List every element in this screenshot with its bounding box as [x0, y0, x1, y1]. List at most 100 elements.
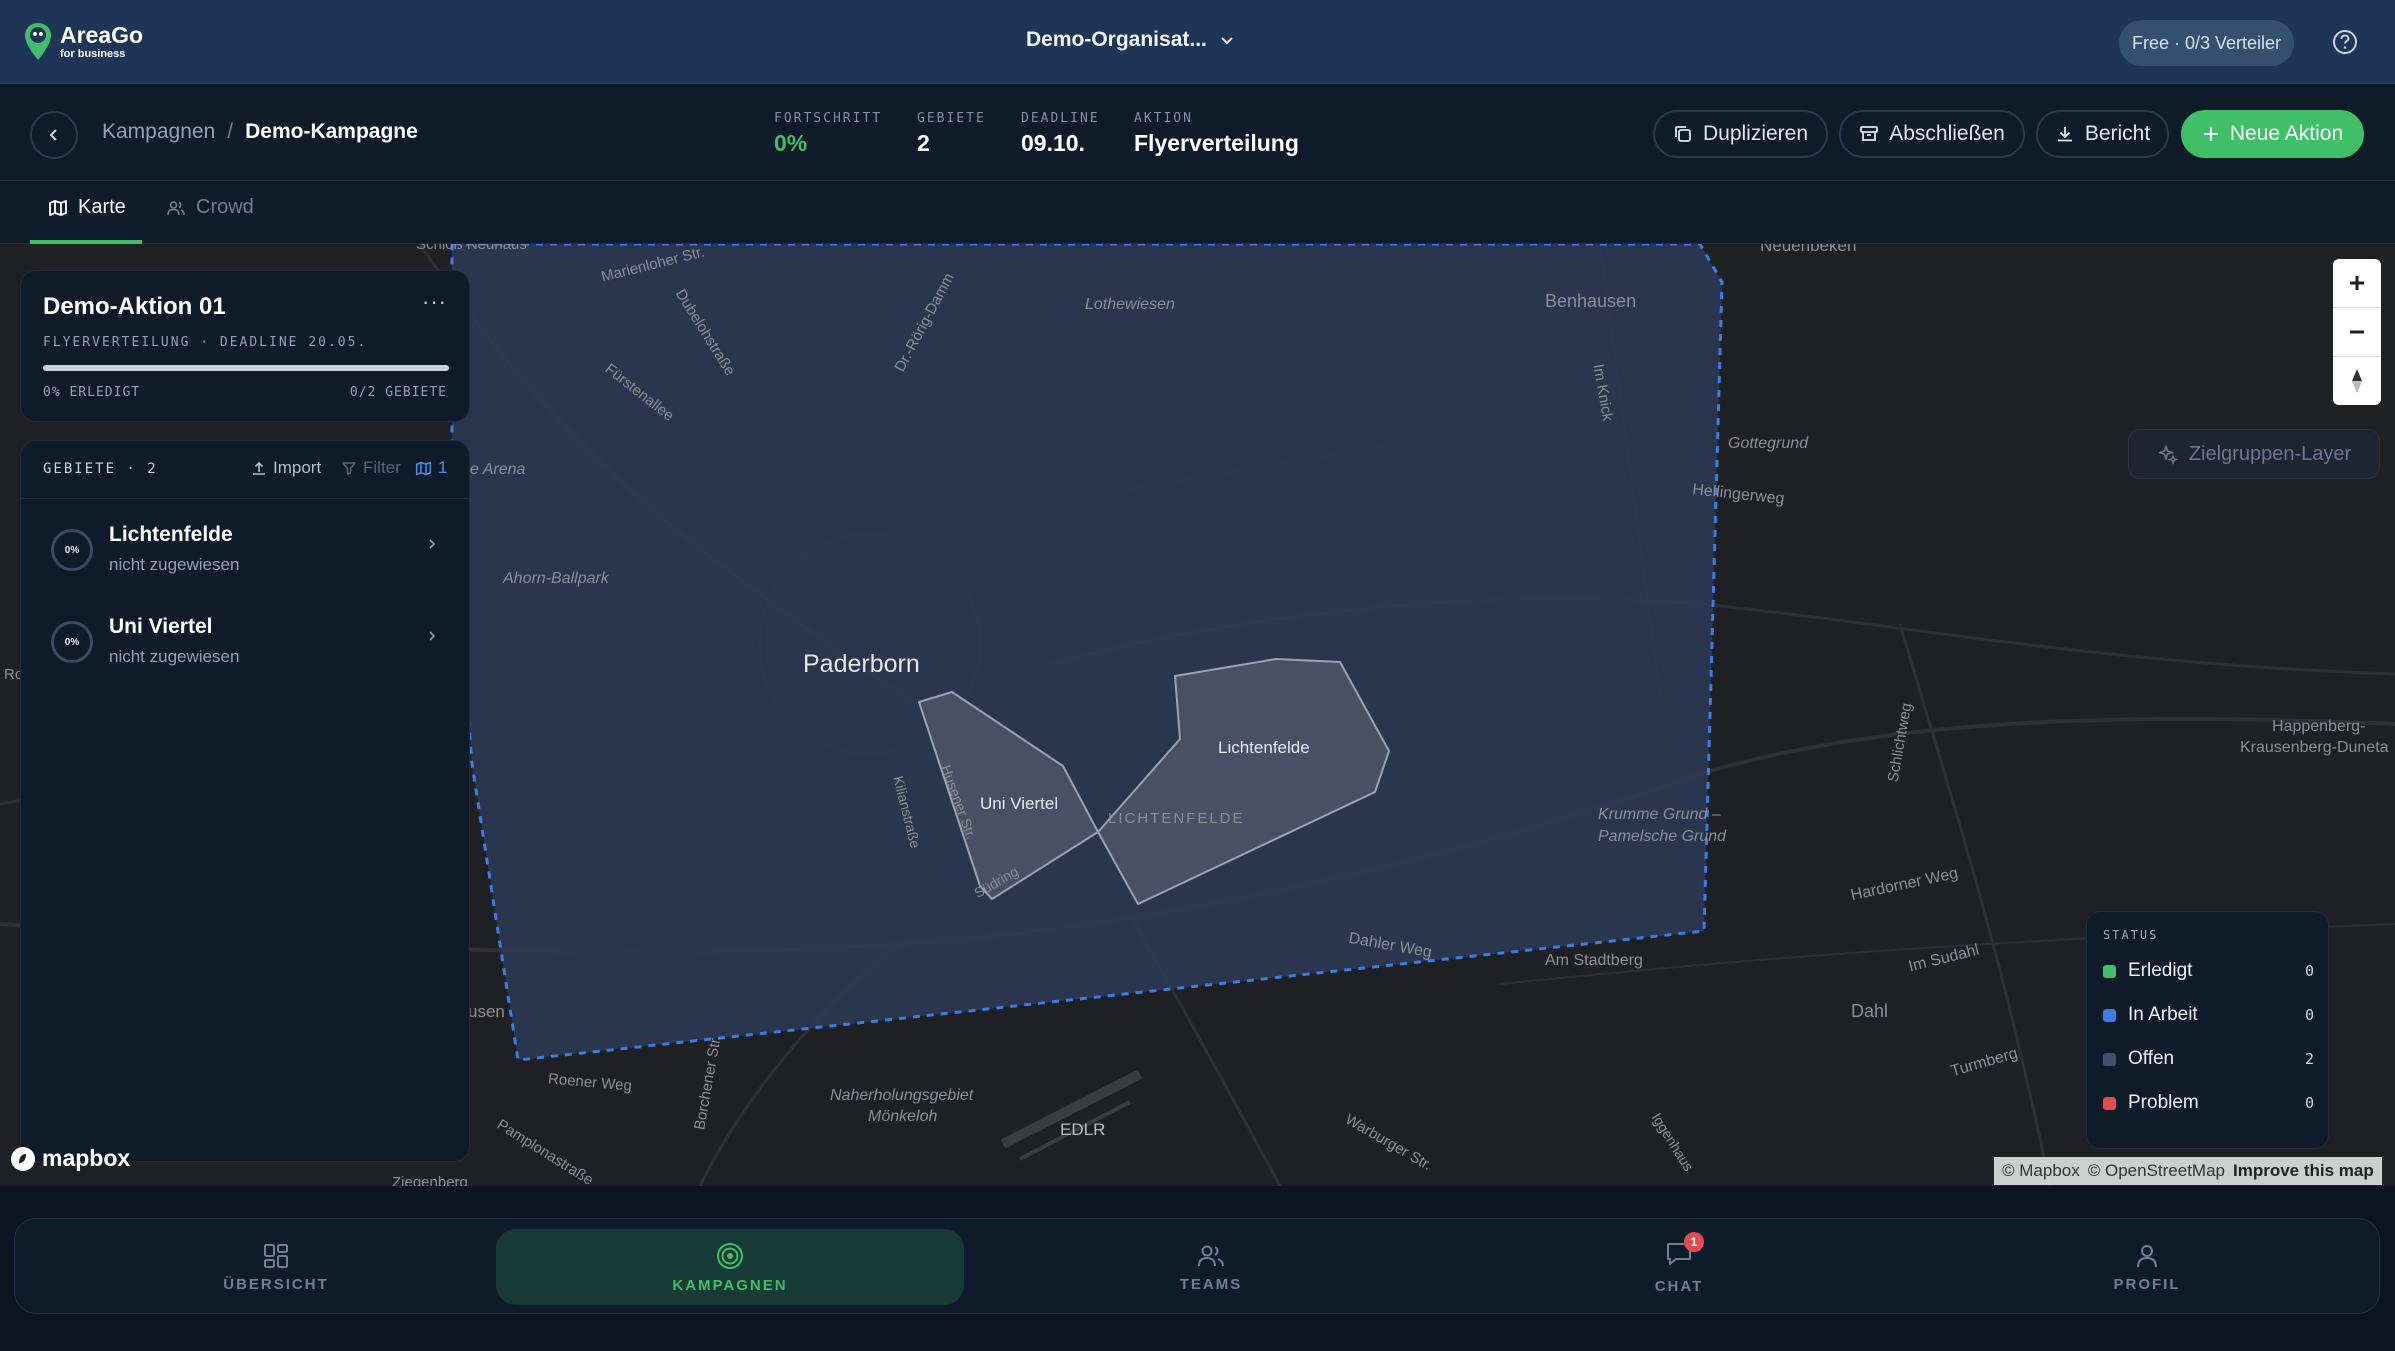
legend-count: 2: [2304, 1050, 2314, 1068]
nav-item-chat[interactable]: 1 CHAT: [1445, 1219, 1913, 1315]
help-icon[interactable]: [2332, 29, 2358, 60]
copy-icon: [1675, 126, 1691, 142]
new-action-button-label: Neue Aktion: [2229, 122, 2344, 145]
users-icon: [167, 200, 185, 215]
map-label-schloss-neuhaus: Schloß Neuhaus: [416, 244, 527, 253]
nav-item-overview[interactable]: ÜBERSICHT: [42, 1219, 510, 1315]
map-label-gottegrund: Gottegrund: [1728, 435, 1809, 452]
legend-item-erledigt: Erledigt 0: [2103, 956, 2314, 986]
zoom-controls: [2333, 259, 2381, 405]
mapbox-logo[interactable]: mapbox: [10, 1145, 130, 1172]
nav-item-teams[interactable]: TEAMS: [977, 1219, 1445, 1315]
areas-panel-header: GEBIETE · 2 Import Filter 1: [21, 441, 469, 499]
legend-count: 0: [2304, 962, 2314, 980]
legend-count: 0: [2304, 1006, 2314, 1024]
areas-panel: GEBIETE · 2 Import Filter 1 0% Lichtenfe…: [20, 440, 470, 1162]
target-group-layer-button[interactable]: Zielgruppen-Layer: [2128, 429, 2380, 479]
osm-attribution-link[interactable]: © OpenStreetMap: [2088, 1161, 2225, 1181]
campaign-boundary[interactable]: [450, 244, 1724, 1062]
legend-swatch: [2103, 964, 2116, 978]
legend-swatch: [2103, 1096, 2116, 1110]
map-label-ziegenberg: Ziegenberg: [392, 1174, 468, 1186]
new-action-button[interactable]: Neue Aktion: [2181, 110, 2364, 158]
compass-button[interactable]: [2333, 357, 2381, 405]
stat-areas: GEBIETE 2: [917, 111, 986, 157]
area-status: nicht zugewiesen: [109, 555, 240, 574]
back-button[interactable]: [30, 111, 78, 159]
area-item-uni-viertel[interactable]: 0% Uni Viertel nicht zugewiesen: [21, 601, 469, 689]
legend-swatch: [2103, 1052, 2116, 1066]
improve-map-link[interactable]: Improve this map: [2233, 1161, 2374, 1181]
grid-icon: [264, 1243, 288, 1268]
map-icon: [49, 199, 67, 216]
import-button[interactable]: Import: [251, 458, 321, 478]
upload-icon: [253, 461, 265, 475]
map-icon: [415, 461, 432, 475]
action-done-label: 0% ERLEDIGT: [43, 385, 141, 400]
more-options-icon[interactable]: ···: [422, 289, 447, 315]
zoom-in-button[interactable]: [2333, 259, 2381, 307]
tab-crowd[interactable]: Crowd: [166, 196, 254, 219]
map-label-paderborn: Paderborn: [803, 650, 920, 678]
map-label-neuenbeken: Neuenbeken: [1760, 244, 1857, 255]
map-label-moenkeloh: Mönkeloh: [868, 1108, 938, 1125]
organization-switcher[interactable]: Demo-Organisat...: [1026, 28, 1235, 52]
map-toggle-count: 1: [438, 458, 448, 477]
legend-label: Problem: [2128, 1092, 2199, 1113]
top-bar: AreaGo for business Demo-Organisat... Fr…: [0, 0, 2395, 84]
archive-icon: [1860, 126, 1879, 141]
chevron-right-icon: [429, 631, 436, 641]
stat-deadline-value: 09.10.: [1021, 130, 1085, 156]
status-legend: STATUS Erledigt 0 In Arbeit 0 Offen 2 Pr…: [2086, 911, 2329, 1149]
duplicate-button[interactable]: Duplizieren: [1653, 110, 1828, 158]
minus-icon: [2350, 330, 2364, 334]
chevron-down-icon: [1221, 37, 1233, 45]
action-areas-label: 0/2 GEBIETE: [349, 385, 447, 400]
report-button[interactable]: Bericht: [2036, 110, 2169, 158]
complete-button[interactable]: Abschließen: [1839, 110, 2025, 158]
airfield: [1000, 1069, 1143, 1161]
breadcrumb-current: Demo-Kampagne: [245, 120, 418, 143]
map-toggle-button[interactable]: 1: [415, 458, 447, 478]
filter-icon: [342, 462, 356, 475]
nav-item-profile[interactable]: PROFIL: [1913, 1219, 2381, 1315]
brand-subtitle: for business: [60, 48, 126, 60]
stat-progress-label: FORTSCHRITT: [774, 111, 883, 126]
map-label-edlr: EDLR: [1060, 1120, 1106, 1139]
stat-action-value: Flyerverteilung: [1134, 130, 1299, 156]
map-label-usen: usen: [468, 1002, 505, 1021]
nav-campaigns-label: KAMPAGNEN: [672, 1276, 788, 1294]
sparkles-icon: [2158, 445, 2179, 465]
map-label-krumme-grund-2: Pamelsche Grund: [1598, 828, 1727, 845]
chat-icon-wrap: 1: [1664, 1231, 1704, 1272]
plan-badge[interactable]: Free · 0/3 Verteiler: [2119, 20, 2294, 66]
breadcrumb-campaigns-link[interactable]: Kampagnen: [102, 120, 215, 144]
mapbox-wordmark: mapbox: [42, 1145, 131, 1171]
app-logo[interactable]: AreaGo for business: [24, 22, 143, 62]
duplicate-button-label: Duplizieren: [1702, 122, 1809, 145]
map-label-am-stadtberg: Am Stadtberg: [1545, 952, 1643, 969]
stat-areas-label: GEBIETE: [917, 111, 986, 126]
tab-karte[interactable]: Karte: [48, 196, 126, 219]
breadcrumb-separator: /: [227, 120, 234, 143]
area-item-lichtenfelde[interactable]: 0% Lichtenfelde nicht zugewiesen: [21, 509, 469, 597]
legend-item-problem: Problem 0: [2103, 1088, 2314, 1118]
polygon-label-uni-viertel: Uni Viertel: [980, 794, 1059, 813]
user-icon: [2137, 1244, 2157, 1267]
mapbox-icon: [11, 1146, 35, 1171]
nav-chat-label: CHAT: [1654, 1277, 1704, 1295]
mapbox-attribution-link[interactable]: © Mapbox: [2002, 1161, 2080, 1181]
legend-label: Offen: [2128, 1048, 2175, 1069]
stat-action: AKTION Flyerverteilung: [1134, 111, 1299, 157]
filter-button[interactable]: Filter: [341, 458, 401, 478]
view-tabs: Karte Crowd: [0, 182, 2395, 244]
polygon-label-lichtenfelde: Lichtenfelde: [1218, 738, 1310, 757]
legend-label: Erledigt: [2128, 960, 2193, 981]
map-label-naherholungsgebiet: Naherholungsgebiet: [830, 1087, 974, 1104]
target-group-layer-label: Zielgruppen-Layer: [2188, 442, 2352, 465]
nav-item-campaigns[interactable]: KAMPAGNEN: [496, 1229, 964, 1305]
action-progress-bar: [43, 365, 449, 371]
area-status: nicht zugewiesen: [109, 647, 240, 666]
tab-karte-label: Karte: [78, 196, 126, 218]
zoom-out-button[interactable]: [2333, 308, 2381, 356]
